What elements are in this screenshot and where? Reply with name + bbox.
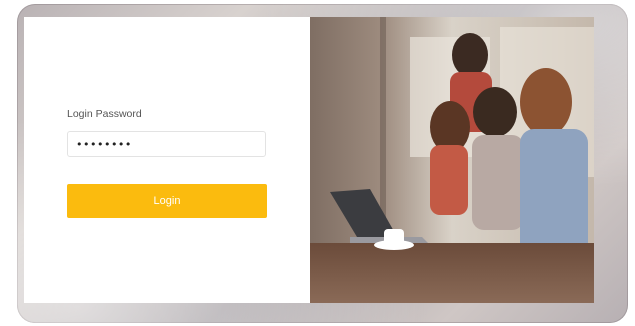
- team-photo: [310, 17, 594, 303]
- team-photo-illustration: [310, 17, 594, 303]
- login-button[interactable]: Login: [67, 184, 267, 218]
- login-panel: Login Password Login: [24, 17, 310, 303]
- password-label: Login Password: [67, 108, 142, 120]
- password-input[interactable]: [67, 131, 266, 157]
- login-card: Login Password Login: [24, 17, 594, 303]
